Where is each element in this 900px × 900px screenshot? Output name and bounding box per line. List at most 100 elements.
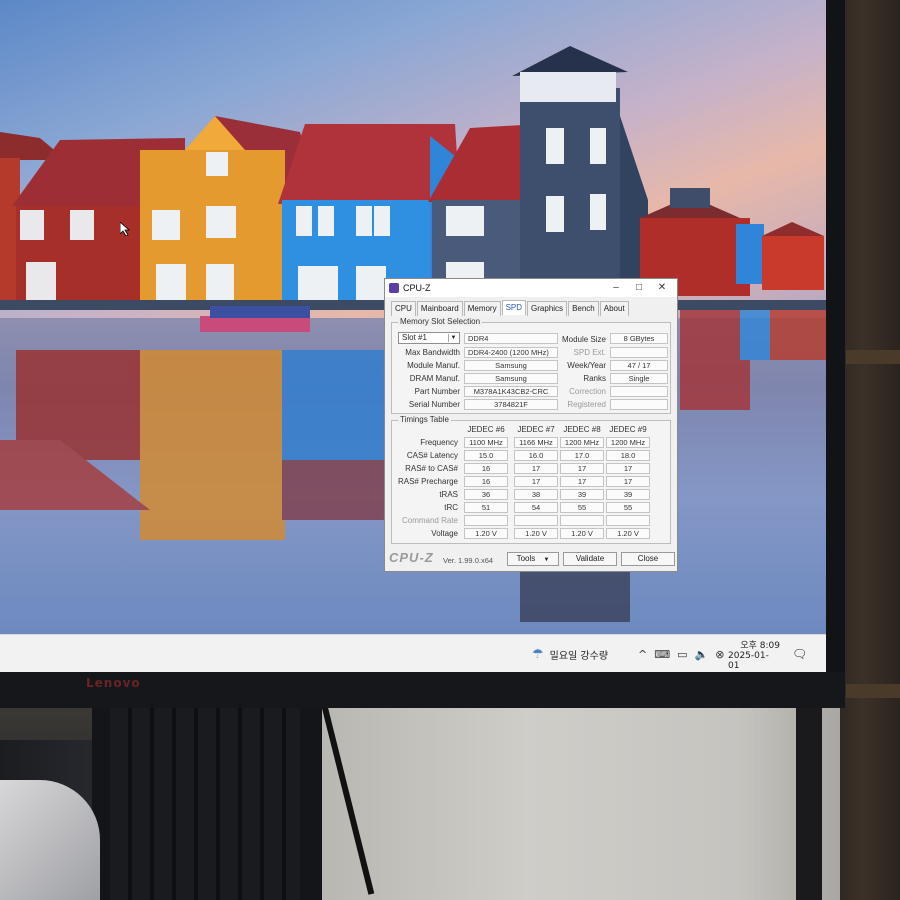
chevron-down-icon: ▼: [543, 557, 550, 563]
timings-cell: 17: [560, 476, 604, 487]
tab-cpu[interactable]: CPU: [391, 301, 416, 316]
cpuz-window: CPU-Z – □ ✕ CPU Mainboard Memory SPD Gra…: [384, 278, 678, 572]
timings-row-label: Command Rate: [401, 516, 458, 525]
timings-row-label: Frequency: [420, 438, 458, 447]
spd-ext-label: SPD Ext.: [573, 348, 606, 357]
brand-logo: Lenovo: [86, 676, 141, 690]
tab-spd[interactable]: SPD: [501, 300, 527, 315]
timings-cell: 15.0: [464, 450, 508, 461]
wall: [320, 700, 840, 900]
shelf-board: [846, 350, 900, 364]
taskbar: ☂ 밀요일 강수량 ^ ⌨ ▭ 🔈 ⊗ 오후 8:09 2025-01-01 🗨: [0, 634, 826, 672]
part-number-field: M378A1K43CB2-CRC: [464, 386, 558, 397]
tab-memory[interactable]: Memory: [463, 301, 501, 316]
timings-cell: 16: [464, 463, 508, 474]
group-title: Timings Table: [398, 415, 451, 424]
timings-cell: 55: [606, 502, 650, 513]
tools-button-label: Tools: [516, 554, 536, 563]
timings-cell: 1.20 V: [514, 528, 558, 539]
part-number-label: Part Number: [414, 387, 460, 396]
timings-cell: 17: [514, 463, 558, 474]
chevron-up-icon[interactable]: ^: [638, 648, 647, 661]
timings-cell: 55: [560, 502, 604, 513]
module-size-field: 8 GBytes: [610, 333, 668, 344]
timings-row-label: tRAS: [439, 490, 458, 499]
close-window-button[interactable]: ✕: [651, 281, 673, 295]
weather-icon: ☂: [532, 646, 544, 662]
slot-select[interactable]: Slot #1 ▼: [398, 332, 460, 344]
timings-column-header: JEDEC #8: [563, 425, 601, 434]
title-bar[interactable]: CPU-Z – □ ✕: [385, 279, 677, 297]
tools-button[interactable]: Tools ▼: [507, 552, 559, 566]
timings-cell: 54: [514, 502, 558, 513]
tab-about[interactable]: About: [599, 301, 629, 316]
week-year-field: 47 / 17: [610, 360, 668, 371]
maximize-button[interactable]: □: [628, 281, 650, 295]
timings-row-label: tRC: [444, 503, 458, 512]
memory-type-field: DDR4: [464, 333, 558, 344]
timings-cell: 1100 MHz: [464, 437, 508, 448]
timings-cell: 16: [464, 476, 508, 487]
slot-select-value: Slot #1: [402, 333, 427, 342]
timings-cell: [560, 515, 604, 526]
module-size-label: Module Size: [561, 335, 606, 344]
keyboard-icon[interactable]: ⌨: [654, 648, 670, 661]
group-title: Memory Slot Selection: [398, 317, 483, 326]
monitor-stand-grille: [110, 705, 300, 900]
shelf-board: [846, 684, 900, 698]
timings-group: Timings Table JEDEC #6 JEDEC #7 JEDEC #8 JE…: [391, 415, 671, 544]
tab-mainboard[interactable]: Mainboard: [416, 301, 463, 316]
background-shelf: [838, 0, 900, 900]
correction-label: Correction: [569, 387, 606, 396]
mouse-cursor-icon: [120, 222, 130, 236]
timings-cell: 17: [514, 476, 558, 487]
module-manuf-field: Samsung: [464, 360, 558, 371]
screen: ☂ 밀요일 강수량 ^ ⌨ ▭ 🔈 ⊗ 오후 8:09 2025-01-01 🗨: [0, 0, 826, 672]
weather-text: 밀요일 강수량: [549, 650, 609, 662]
timings-row-label: Voltage: [431, 529, 458, 538]
clock-date: 2025-01-01: [728, 650, 769, 671]
serial-number-field: 3784821F: [464, 399, 558, 410]
timings-cell: [464, 515, 508, 526]
weather-widget[interactable]: ☂ 밀요일 강수량: [532, 635, 608, 672]
volume-icon[interactable]: 🔈: [695, 648, 709, 661]
monitor-arm: [796, 700, 822, 900]
dram-manuf-label: DRAM Manuf.: [409, 374, 460, 383]
memory-slot-group: Memory Slot Selection Slot #1 ▼ DDR4 Max…: [391, 317, 671, 414]
clock-time: 오후 8:09: [740, 640, 780, 651]
window-title: CPU-Z: [403, 283, 431, 293]
registered-label: Registered: [567, 400, 606, 409]
spd-ext-field: [610, 347, 668, 358]
monitor: ☂ 밀요일 강수량 ^ ⌨ ▭ 🔈 ⊗ 오후 8:09 2025-01-01 🗨: [0, 0, 845, 708]
chevron-down-icon: ▼: [448, 334, 458, 342]
week-year-label: Week/Year: [567, 361, 606, 370]
timings-cell: 16.0: [514, 450, 558, 461]
ranks-label: Ranks: [583, 374, 606, 383]
mute-icon[interactable]: ⊗: [715, 648, 724, 661]
ranks-field: Single: [610, 373, 668, 384]
minimize-button[interactable]: –: [605, 281, 627, 295]
timings-cell: 1200 MHz: [560, 437, 604, 448]
footer: CPU-Z Ver. 1.99.0.x64 Tools ▼ Validate C…: [385, 547, 677, 571]
timings-cell: 17: [606, 463, 650, 474]
close-button[interactable]: Close: [621, 552, 675, 566]
timings-cell: 1.20 V: [560, 528, 604, 539]
timings-cell: 17: [560, 463, 604, 474]
timings-cell: 39: [560, 489, 604, 500]
timings-cell: [514, 515, 558, 526]
timings-cell: 1.20 V: [606, 528, 650, 539]
tab-bar: CPU Mainboard Memory SPD Graphics Bench …: [391, 300, 630, 316]
notification-icon[interactable]: 🗨: [792, 635, 807, 672]
validate-button[interactable]: Validate: [563, 552, 617, 566]
timings-cell: 51: [464, 502, 508, 513]
network-icon[interactable]: ▭: [677, 648, 687, 661]
timings-cell: [606, 515, 650, 526]
tab-bench[interactable]: Bench: [568, 301, 599, 316]
timings-cell: 1200 MHz: [606, 437, 650, 448]
dram-manuf-field: Samsung: [464, 373, 558, 384]
version-text: Ver. 1.99.0.x64: [443, 556, 494, 565]
clock[interactable]: 오후 8:09 2025-01-01: [728, 635, 780, 672]
module-manuf-label: Module Manuf.: [407, 361, 460, 370]
tab-graphics[interactable]: Graphics: [527, 301, 568, 316]
serial-number-label: Serial Number: [408, 400, 460, 409]
